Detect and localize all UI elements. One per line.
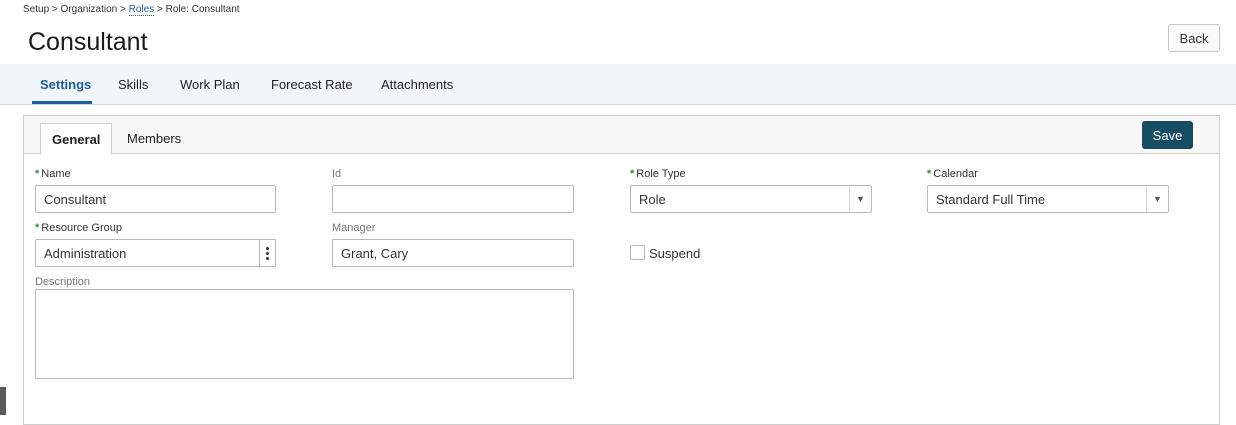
manager-field[interactable]: Grant, Cary (332, 239, 574, 267)
active-tab-indicator (32, 101, 92, 104)
description-textarea[interactable] (35, 289, 574, 379)
id-label: Id (332, 168, 342, 180)
tab-settings[interactable]: Settings (40, 77, 91, 92)
chevron-down-icon[interactable]: ▼ (1146, 186, 1168, 212)
suspend-checkbox[interactable] (630, 245, 645, 260)
chevron-down-icon[interactable]: ▼ (849, 186, 871, 212)
required-marker: * (630, 168, 635, 180)
manager-value: Grant, Cary (341, 245, 409, 261)
role-type-label: * Role Type (630, 168, 686, 180)
calendar-value: Standard Full Time (936, 191, 1046, 207)
main-tabbar: Settings Skills Work Plan Forecast Rate … (0, 64, 1236, 105)
breadcrumb-roles-link[interactable]: Roles (128, 4, 155, 16)
page-title: Consultant (28, 28, 148, 56)
breadcrumb-path: Setup > Organization > (23, 4, 126, 15)
window-edge-handle (0, 387, 6, 415)
tab-attachments[interactable]: Attachments (381, 77, 453, 92)
kebab-icon[interactable] (259, 240, 275, 266)
save-button[interactable]: Save (1142, 121, 1193, 149)
required-marker: * (35, 222, 40, 234)
tab-forecast-rate[interactable]: Forecast Rate (271, 77, 353, 92)
resource-group-value: Administration (44, 245, 127, 261)
subtab-general[interactable]: General (40, 123, 113, 155)
breadcrumb-current: > Role: Consultant (157, 4, 240, 15)
breadcrumb: Setup > Organization > Roles > Role: Con… (23, 4, 240, 16)
name-value: Consultant (44, 191, 107, 207)
role-type-value: Role (639, 191, 666, 207)
subtab-bar: General Members Save (24, 116, 1219, 155)
resource-group-label: * Resource Group (35, 222, 122, 234)
required-marker: * (35, 168, 40, 180)
calendar-label: * Calendar (927, 168, 978, 180)
description-label: Description (35, 276, 91, 288)
role-settings-panel: General Members Save * Name Id * Role Type… (23, 115, 1220, 425)
name-label: * Name (35, 168, 71, 180)
name-field[interactable]: Consultant (35, 185, 276, 213)
back-button[interactable]: Back (1168, 24, 1220, 52)
role-type-select[interactable]: Role ▼ (630, 185, 872, 213)
calendar-select[interactable]: Standard Full Time ▼ (927, 185, 1169, 213)
resource-group-field[interactable]: Administration (35, 239, 276, 267)
tab-work-plan[interactable]: Work Plan (180, 77, 240, 92)
suspend-label: Suspend (649, 246, 701, 261)
subtab-members[interactable]: Members (116, 123, 192, 154)
id-field[interactable] (332, 185, 574, 213)
required-marker: * (927, 168, 932, 180)
manager-label: Manager (332, 222, 376, 234)
tab-skills[interactable]: Skills (118, 77, 148, 92)
